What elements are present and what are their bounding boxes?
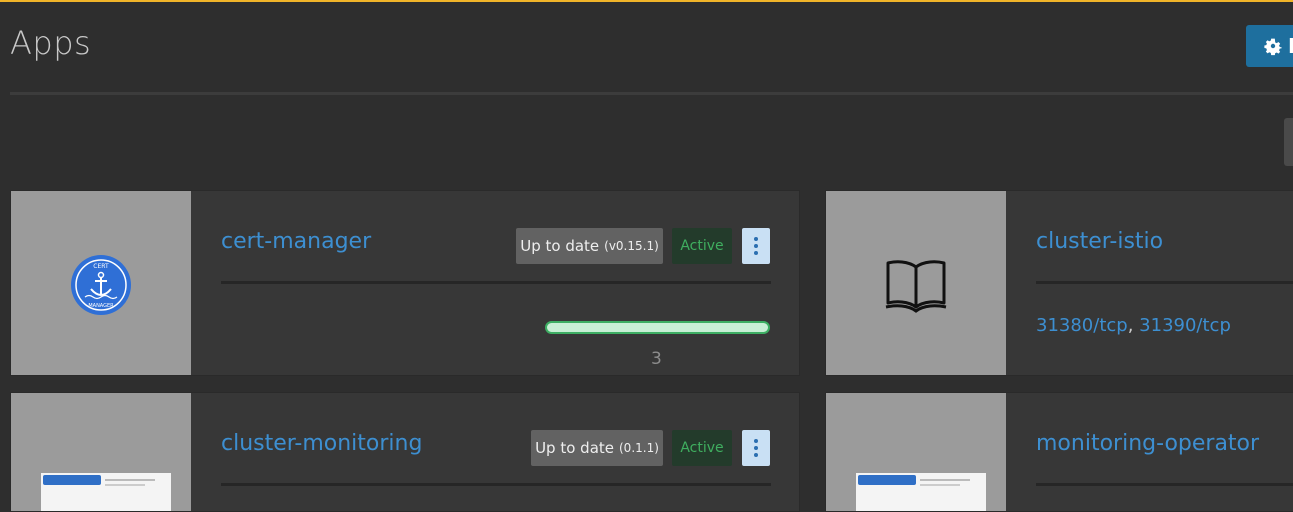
status-text: Up to date [520,237,600,255]
app-name-link[interactable]: cluster-istio [1036,229,1163,254]
card-divider [1036,483,1293,486]
logo-text-bottom: MANAGER [88,303,114,309]
app-logo [826,191,1006,375]
pods-count: 3 [651,349,662,369]
card-divider [1036,281,1293,284]
state-badge: Active [672,430,732,466]
app-card-monitoring-operator: monitoring-operator [825,392,1293,512]
anchor-icon: CERT MANAGER [71,255,131,315]
status-badge: Up to date (v0.15.1) [516,228,663,264]
port-separator: , [1127,315,1140,336]
app-card-cluster-monitoring: cluster-monitoring Up to date (0.1.1) Ac… [10,392,800,512]
status-text: Up to date [535,439,614,457]
page-title: Apps [10,24,92,62]
port-link[interactable]: 31390/tcp [1139,315,1231,336]
book-icon [885,260,947,313]
app-card-cert-manager: CERT MANAGER cert-manager Up to date (v0… [10,190,800,376]
card-divider [221,483,771,486]
app-card-cluster-istio: cluster-istio 31380/tcp, 31390/tcp [825,190,1293,376]
app-name-link[interactable]: cert-manager [221,229,371,254]
port-link[interactable]: 31380/tcp [1036,315,1128,336]
card-divider [221,281,771,284]
top-accent-bar [0,0,1293,2]
app-name-link[interactable]: monitoring-operator [1036,431,1259,456]
app-actions-menu-button[interactable] [742,228,770,264]
app-name-link[interactable]: cluster-monitoring [221,431,422,456]
pods-progress-bar [545,321,770,334]
version-text: (0.1.1) [619,441,659,455]
manage-button-label: M [1288,34,1293,58]
status-badge: Up to date (0.1.1) [531,430,663,466]
app-logo [11,393,191,511]
manage-catalogs-button[interactable]: M [1246,25,1293,67]
screenshot-thumbnail [41,473,171,511]
gear-icon [1264,38,1282,56]
header-divider [10,92,1293,95]
version-text: (v0.15.1) [604,239,659,253]
screenshot-thumbnail [856,473,986,511]
port-links: 31380/tcp, 31390/tcp [1036,315,1231,336]
app-logo [826,393,1006,511]
app-logo: CERT MANAGER [11,191,191,375]
logo-text-top: CERT [93,263,109,270]
app-actions-menu-button[interactable] [742,430,770,466]
search-box-edge[interactable] [1284,118,1293,166]
state-badge: Active [672,228,732,264]
